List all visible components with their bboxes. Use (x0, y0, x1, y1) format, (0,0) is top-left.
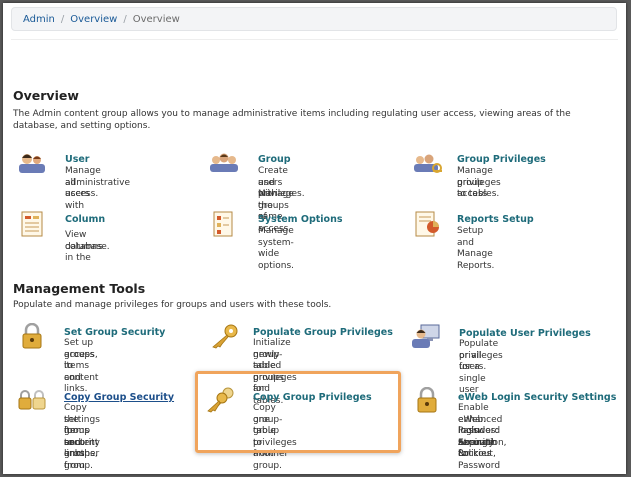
user-link[interactable]: User (65, 154, 90, 165)
lock-icon (22, 323, 42, 349)
lock-icon (417, 387, 437, 413)
group-icon (210, 153, 238, 172)
admin-overview-page: Admin / Overview / Overview Overview The Adm… (3, 3, 626, 474)
group-text-line: privileges. (258, 189, 305, 199)
group-privileges-link[interactable]: Group Privileges (457, 154, 546, 165)
breadcrumb-overview[interactable]: Overview (70, 14, 117, 25)
reports-setup-link[interactable]: Reports Setup (457, 214, 534, 225)
copy-group-security-link[interactable]: Copy Group Security (64, 392, 174, 403)
column-link[interactable]: Column (65, 214, 105, 225)
group-privileges-text-line: privileges to tables. (457, 177, 501, 200)
column-text-line: database. (65, 241, 110, 252)
overview-heading: Overview (13, 88, 79, 103)
highlight-box (195, 371, 401, 453)
breadcrumb-admin[interactable]: Admin (23, 14, 55, 25)
column-icon (21, 211, 43, 237)
set-group-security-text-line: groups, items and links. (64, 349, 98, 395)
group-privileges-icon (414, 154, 442, 173)
group-link[interactable]: Group (258, 154, 291, 165)
eweb-login-security-link[interactable]: eWeb Login Security Settings (458, 392, 616, 403)
populate-group-privileges-link[interactable]: Populate Group Privileges (253, 327, 393, 338)
set-group-security-link[interactable]: Set Group Security (64, 327, 165, 338)
user-text-line: administrative access. (65, 177, 131, 200)
overview-description: The Admin content group allows you to ma… (13, 109, 571, 131)
eweb-login-security-text-line: Strength Policies (458, 437, 497, 460)
management-tools-heading: Management Tools (13, 281, 146, 296)
copy-group-security-text-line: to another group. (64, 437, 100, 471)
breadcrumb-current: Overview (132, 14, 180, 25)
breadcrumb-separator: / (60, 14, 65, 25)
system-options-link[interactable]: System Options (258, 214, 343, 225)
divider (11, 39, 618, 40)
reports-icon (415, 211, 439, 237)
user-computer-icon (412, 324, 440, 348)
breadcrumb-separator: / (123, 14, 127, 25)
key-icon (212, 324, 238, 349)
users-icon (19, 154, 45, 173)
populate-user-privileges-text-line: or all users. (459, 350, 487, 373)
system-options-icon (213, 211, 233, 237)
reports-setup-text-line: Setup and Manage Reports. (457, 226, 495, 271)
system-options-text-line: Manage system-wide options. (258, 226, 295, 271)
double-lock-icon (18, 390, 46, 410)
populate-user-privileges-link[interactable]: Populate User Privileges (459, 328, 591, 339)
breadcrumb: Admin / Overview / Overview (11, 7, 617, 31)
management-tools-description: Populate and manage privileges for group… (13, 300, 332, 310)
